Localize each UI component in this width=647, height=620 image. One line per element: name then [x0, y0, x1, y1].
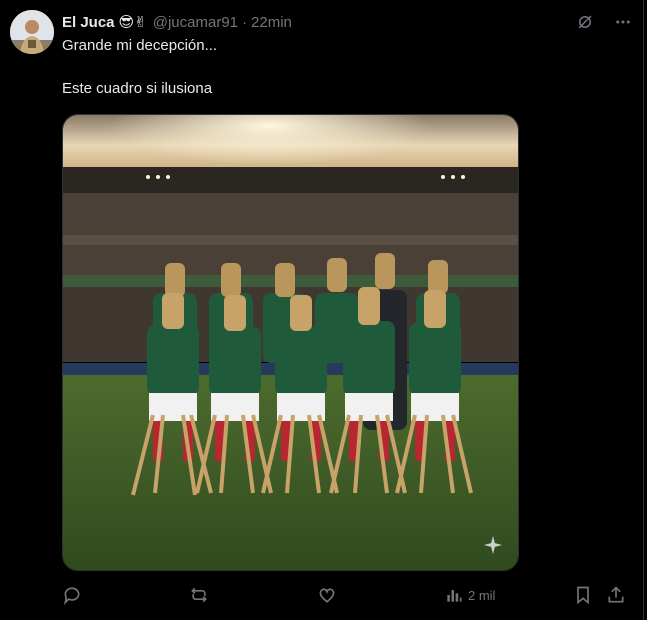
column-divider [643, 0, 644, 620]
team-photo [63, 115, 518, 570]
avatar[interactable] [10, 10, 54, 54]
share-icon [608, 586, 624, 603]
retweet-icon [191, 587, 207, 603]
tweet-text-line1: Grande mi decepción... [62, 37, 218, 54]
header-actions [575, 12, 633, 32]
views-count: 2 mil [468, 587, 496, 603]
tweet-image[interactable] [62, 114, 519, 571]
like-icon [319, 588, 335, 603]
name-emojis: 😎✌ [118, 14, 147, 31]
retweet-button[interactable] [189, 585, 209, 605]
tweet-header: El Juca 😎✌ @jucamar91 · 22min [62, 12, 292, 32]
separator-dot: · [242, 13, 248, 31]
user-handle[interactable]: @jucamar91 [153, 14, 238, 31]
views-icon [447, 590, 462, 602]
bookmark-button[interactable] [573, 585, 593, 605]
grok-icon[interactable] [575, 12, 595, 32]
reply-button[interactable] [62, 585, 82, 605]
avatar-image [10, 10, 54, 54]
more-icon[interactable] [613, 12, 633, 32]
action-bar: 2 mil [62, 582, 634, 608]
timestamp[interactable]: 22min [251, 14, 292, 31]
display-name[interactable]: El Juca [62, 14, 115, 31]
views-button[interactable]: 2 mil [444, 585, 495, 605]
reply-icon [63, 587, 80, 605]
like-button[interactable] [317, 585, 337, 605]
share-button[interactable] [606, 585, 626, 605]
bookmark-icon [577, 586, 589, 605]
tweet-text-line2: Este cuadro si ilusiona [62, 80, 213, 97]
sparkle-icon [483, 535, 503, 555]
